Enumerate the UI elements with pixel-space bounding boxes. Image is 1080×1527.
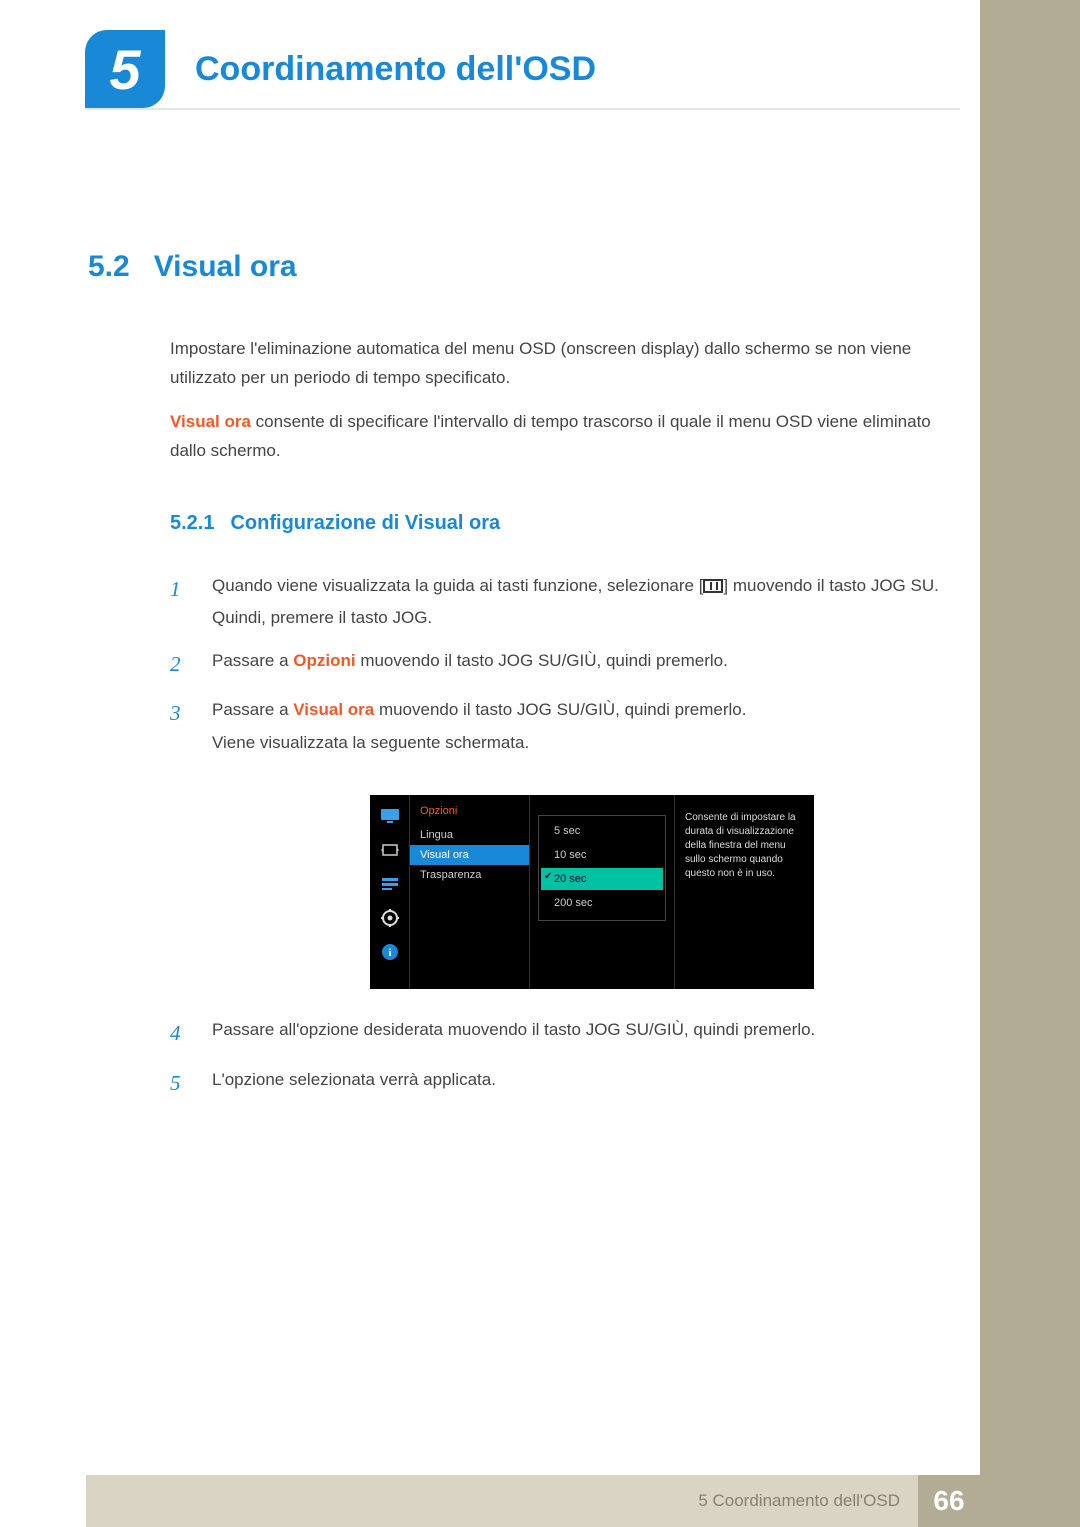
step-4: 4 Passare all'opzione desiderata muovend…: [170, 1014, 950, 1054]
step-5-text: L'opzione selezionata verrà applicata.: [212, 1064, 950, 1104]
osd-menu-visual-ora: Visual ora: [410, 845, 529, 865]
osd-opt-5sec: 5 sec: [541, 820, 663, 842]
step-3-highlight: Visual ora: [293, 700, 374, 719]
chapter-header: 5 Coordinamento dell'OSD: [85, 30, 960, 108]
steps-after-osd: 4 Passare all'opzione desiderata muovend…: [170, 1014, 950, 1114]
osd-opt-20sec-selected: 20 sec: [541, 868, 663, 890]
svg-text:i: i: [388, 947, 391, 959]
step-2-text: Passare a Opzioni muovendo il tasto JOG …: [212, 645, 950, 685]
step-1-a: Quando viene visualizzata la guida ai ta…: [212, 576, 703, 595]
step-number: 2: [170, 645, 190, 685]
step-number: 3: [170, 694, 190, 759]
subsection-title: Configurazione di Visual ora: [230, 512, 500, 535]
step-5: 5 L'opzione selezionata verrà applicata.: [170, 1064, 950, 1104]
intro-paragraph-1: Impostare l'eliminazione automatica del …: [170, 335, 950, 393]
step-3-a: Passare a: [212, 700, 293, 719]
footer-page-number: 66: [918, 1475, 980, 1527]
section-number: 5.2: [88, 250, 130, 284]
osd-menu-trasparenza: Trasparenza: [410, 865, 529, 885]
subsection-heading: 5.2.1 Configurazione di Visual ora: [170, 512, 500, 535]
section-heading: 5.2 Visual ora: [88, 250, 297, 284]
monitor-icon: [379, 807, 401, 825]
step-3-text: Passare a Visual ora muovendo il tasto J…: [212, 694, 950, 759]
intro2-rest: consente di specificare l'intervallo di …: [170, 412, 931, 460]
osd-description: Consente di impostare la durata di visua…: [675, 795, 814, 989]
steps-list: 1 Quando viene visualizzata la guida ai …: [170, 570, 950, 769]
step-2: 2 Passare a Opzioni muovendo il tasto JO…: [170, 645, 950, 685]
osd-opt-200sec: 200 sec: [541, 892, 663, 914]
intro-paragraph-2: Visual ora consente di specificare l'int…: [170, 408, 950, 466]
step-1-text: Quando viene visualizzata la guida ai ta…: [212, 570, 950, 635]
chapter-underline: [85, 108, 960, 110]
osd-menu-lingua: Lingua: [410, 825, 529, 845]
osd-options-box: 5 sec 10 sec 20 sec 200 sec: [538, 815, 666, 921]
osd-screenshot: i Opzioni Lingua Visual ora Trasparenza …: [370, 795, 814, 989]
gear-icon: [379, 909, 401, 927]
section-title: Visual ora: [154, 250, 297, 284]
step-4-text: Passare all'opzione desiderata muovendo …: [212, 1014, 950, 1054]
right-margin-decor: [980, 0, 1080, 1527]
intro2-highlight: Visual ora: [170, 412, 251, 431]
step-2-b: muovendo il tasto JOG SU/GIÙ, quindi pre…: [356, 651, 728, 670]
step-3: 3 Passare a Visual ora muovendo il tasto…: [170, 694, 950, 759]
step-number: 1: [170, 570, 190, 635]
step-3-c: Viene visualizzata la seguente schermata…: [212, 727, 950, 759]
step-2-a: Passare a: [212, 651, 293, 670]
info-icon: i: [379, 943, 401, 961]
osd-menu-column: Opzioni Lingua Visual ora Trasparenza: [410, 795, 530, 989]
chapter-number-tab: 5: [85, 30, 165, 108]
osd-options-column: 5 sec 10 sec 20 sec 200 sec: [530, 795, 675, 989]
menu-icon: [703, 579, 723, 593]
subsection-number: 5.2.1: [170, 512, 214, 535]
step-3-b: muovendo il tasto JOG SU/GIÙ, quindi pre…: [374, 700, 746, 719]
step-2-highlight: Opzioni: [293, 651, 355, 670]
osd-icon-column: i: [370, 795, 410, 989]
osd-menu-heading: Opzioni: [410, 803, 529, 825]
resize-icon: [379, 841, 401, 859]
step-number: 4: [170, 1014, 190, 1054]
step-1: 1 Quando viene visualizzata la guida ai …: [170, 570, 950, 635]
osd-main: Opzioni Lingua Visual ora Trasparenza 5 …: [410, 795, 814, 989]
chapter-title: Coordinamento dell'OSD: [195, 50, 596, 89]
footer-bar: 5 Coordinamento dell'OSD 66: [86, 1475, 980, 1527]
osd-opt-10sec: 10 sec: [541, 844, 663, 866]
step-number: 5: [170, 1064, 190, 1104]
footer-label: 5 Coordinamento dell'OSD: [698, 1475, 918, 1527]
list-icon: [379, 875, 401, 893]
